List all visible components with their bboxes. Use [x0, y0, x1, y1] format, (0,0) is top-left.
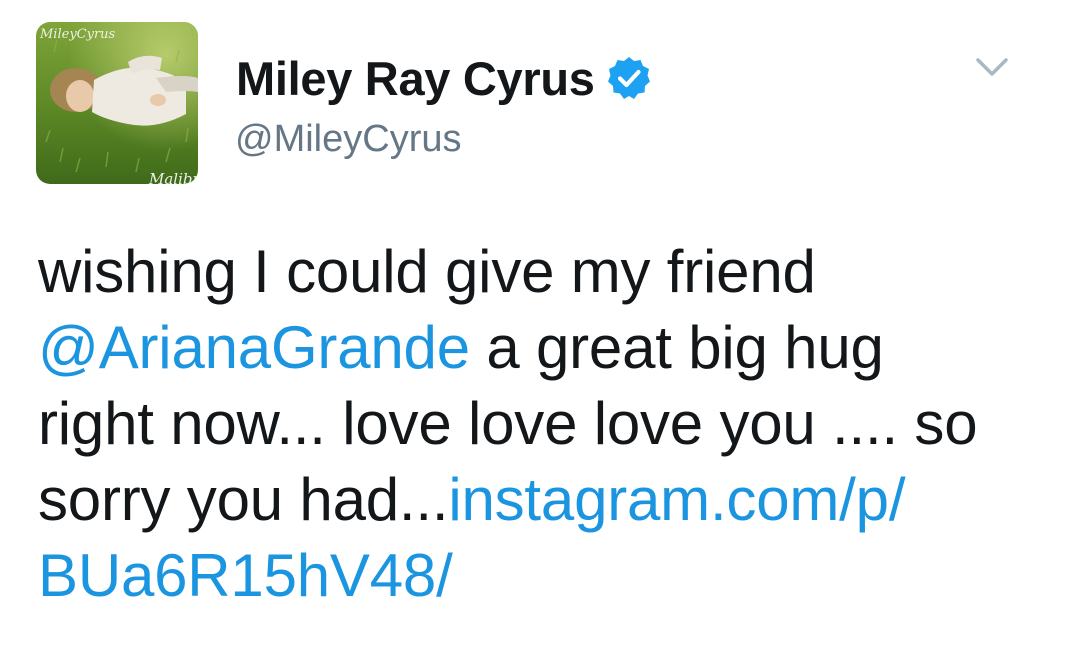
tweet-text-segment: sorry you had... [38, 466, 449, 533]
tweet-text-line: BUa6R15hV48/ [38, 538, 1058, 614]
avatar[interactable]: MileyCyrus Malibu [36, 22, 198, 184]
user-handle[interactable]: @MileyCyrus [235, 118, 461, 161]
avatar-caption: Malibu [149, 170, 198, 184]
url-link-part[interactable]: instagram.com/p/ [448, 466, 905, 533]
mention-link[interactable]: @ArianaGrande [38, 314, 470, 381]
tweet-text-line: sorry you had...instagram.com/p/ [38, 462, 1058, 538]
avatar-image: MileyCyrus [36, 22, 198, 184]
url-link-part[interactable]: BUa6R15hV48/ [38, 542, 453, 609]
svg-text:MileyCyrus: MileyCyrus [39, 27, 116, 42]
tweet-text-segment: a great big hug [469, 314, 884, 381]
chevron-down-icon[interactable] [972, 52, 1012, 82]
author-name-row: Miley Ray Cyrus [236, 48, 653, 108]
display-name[interactable]: Miley Ray Cyrus [236, 51, 595, 106]
tweet-card: MileyCyrus Malibu Miley Ray Cyrus @Miley… [0, 0, 1080, 658]
tweet-text: wishing I could give my friend @ArianaGr… [38, 234, 1058, 614]
tweet-text-line: right now... love love love you .... so [38, 390, 978, 457]
tweet-text-line: @ArianaGrande a great big hug [38, 310, 1058, 386]
verified-badge-icon [605, 54, 653, 102]
tweet-text-line: wishing I could give my friend [38, 238, 816, 305]
